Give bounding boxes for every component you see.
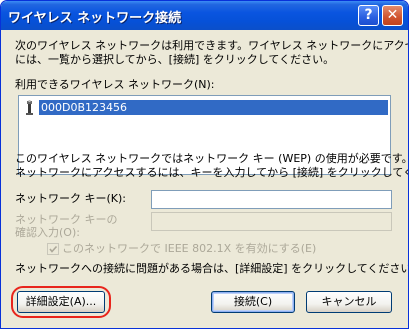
ieee-8021x-checkbox[interactable] — [47, 243, 59, 255]
connect-button[interactable]: 接続(C) — [211, 291, 295, 313]
connect-label: 接続(C) — [233, 295, 273, 308]
close-button[interactable]: ✕ — [382, 5, 403, 26]
confirm-key-label-line1: ネットワーク キーの — [15, 213, 118, 226]
help-button[interactable]: ? — [358, 5, 379, 26]
network-key-label: ネットワーク キー(K): — [15, 192, 126, 205]
network-name: 000D0B123456 — [39, 100, 388, 115]
checkmark-icon — [49, 245, 58, 253]
dialog-body: 次のワイヤレス ネットワークは利用できます。ワイヤレス ネットワークにアクセスす… — [1, 30, 409, 328]
close-icon: ✕ — [386, 7, 399, 23]
network-key-input[interactable] — [151, 190, 392, 209]
advanced-settings-label: 詳細設定(A)... — [25, 295, 97, 308]
wep-notice-line1: このワイヤレス ネットワークではネットワーク キー (WEP) の使用が必要です… — [15, 152, 409, 165]
wireless-connect-dialog: ワイヤレス ネットワーク接続 ? ✕ 次のワイヤレス ネットワークは利用できます… — [0, 0, 409, 329]
ieee-8021x-label: このネットワークで IEEE 802.1X を有効にする(E) — [62, 242, 317, 255]
advanced-settings-button[interactable]: 詳細設定(A)... — [17, 291, 105, 313]
confirm-key-input[interactable] — [151, 212, 392, 231]
help-icon: ? — [364, 7, 373, 23]
advanced-help-text: ネットワークへの接続に問題がある場合は、[詳細設定] をクリックしてください。 — [15, 262, 409, 275]
wep-notice-line2: ネットワークにアクセスするには、キーを入力してから [接続] をクリックしてくだ… — [15, 166, 408, 179]
cancel-label: キャンセル — [321, 295, 377, 308]
title-bar[interactable]: ワイヤレス ネットワーク接続 ? ✕ — [1, 1, 408, 30]
network-list-label: 利用できるワイヤレス ネットワーク(N): — [15, 78, 215, 91]
cancel-button[interactable]: キャンセル — [306, 291, 392, 313]
intro-text-line1: 次のワイヤレス ネットワークは利用できます。ワイヤレス ネットワークにアクセスす… — [15, 39, 409, 52]
wireless-network-icon — [21, 99, 39, 116]
window-title: ワイヤレス ネットワーク接続 — [8, 11, 182, 26]
confirm-key-label-line2: 確認入力(O): — [15, 226, 80, 239]
intro-text-line2: には、一覧から選択してから、[接続] をクリックしてください。 — [15, 53, 335, 66]
list-item[interactable]: 000D0B123456 — [21, 99, 388, 116]
